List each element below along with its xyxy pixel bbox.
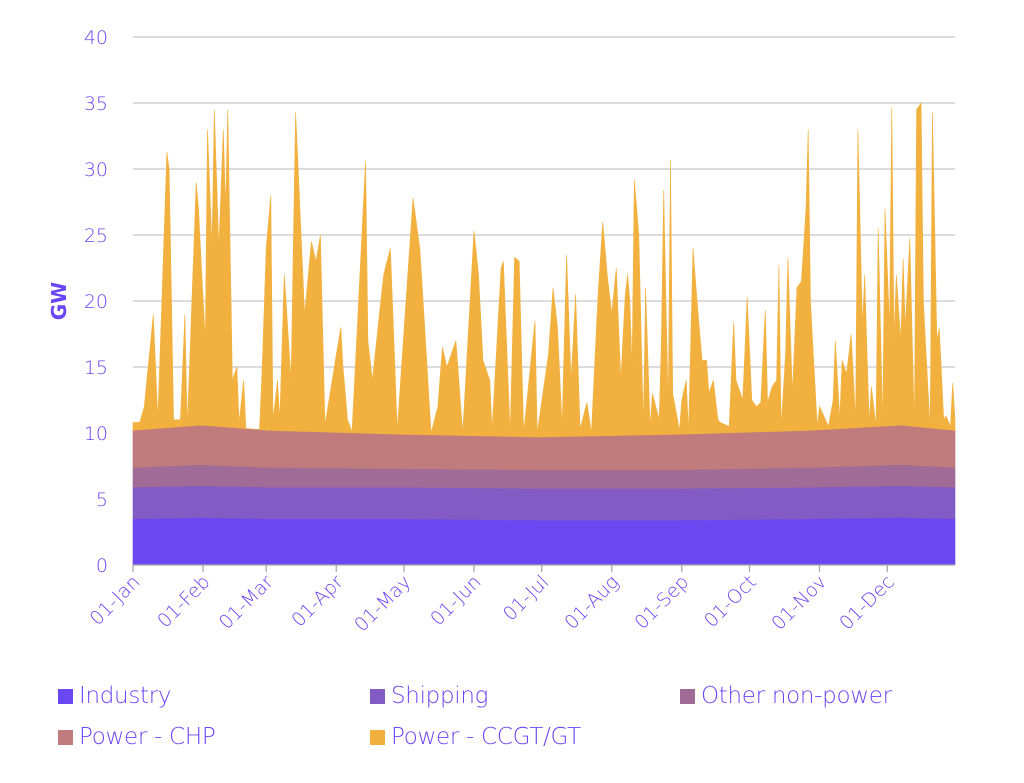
x-tick-label: 01-Jun	[426, 571, 485, 630]
y-tick-label: 25	[84, 225, 108, 247]
legend-label: Industry	[79, 683, 172, 709]
area-industry	[132, 517, 956, 566]
x-tick-label: 01-Feb	[153, 571, 214, 632]
y-tick-label: 5	[96, 489, 108, 511]
x-tick-label: 01-Dec	[835, 571, 899, 635]
legend-item: Industry	[58, 683, 172, 709]
legend-swatch	[680, 688, 695, 704]
x-axis: 01-Jan 01-Feb 01-Mar 01-Apr 01-May 01-Jun 01-J…	[86, 564, 955, 636]
legend-swatch	[58, 688, 73, 704]
y-tick-label: 40	[84, 27, 108, 49]
y-tick-label: 0	[96, 555, 108, 577]
legend-label: Other non-power	[701, 683, 892, 709]
stacked-area-chart: 0 5 10 15 20 25 30 35 40 01-Jan 01-Feb 01-Mar 01-Ap…	[47, 27, 956, 636]
y-tick-label: 10	[84, 423, 108, 445]
y-axis-title: GW	[47, 282, 71, 320]
legend-label: Power - CHP	[79, 724, 216, 750]
legend-item: Power - CHP	[58, 724, 216, 750]
area-shipping	[132, 485, 956, 521]
x-tick-label: 01-Apr	[287, 571, 348, 632]
y-tick-label: 35	[84, 93, 108, 115]
x-tick-label: 01-Nov	[767, 571, 831, 635]
legend: Industry Shipping Other non-power Power - C…	[58, 683, 978, 773]
legend-item: Power - CCGT/GT	[370, 724, 581, 750]
legend-swatch	[370, 729, 385, 745]
x-tick-label: 01-Sep	[630, 571, 693, 634]
legend-label: Shipping	[391, 683, 489, 709]
y-tick-label: 15	[84, 357, 108, 379]
area-layers	[132, 102, 956, 566]
x-tick-label: 01-Oct	[700, 571, 761, 632]
x-tick-label: 01-Jan	[86, 571, 145, 630]
x-tick-label: 01-Mar	[215, 571, 278, 634]
x-tick-label: 01-May	[350, 571, 415, 636]
legend-item: Shipping	[370, 683, 488, 709]
x-tick-label: 01-Jul	[499, 571, 553, 625]
legend-swatch	[370, 688, 385, 704]
legend-item: Other non-power	[680, 683, 892, 709]
legend-swatch	[58, 729, 73, 745]
x-tick-label: 01-Aug	[560, 571, 623, 634]
legend-label: Power - CCGT/GT	[391, 724, 581, 750]
area-power-ccgt-gt	[132, 102, 956, 438]
y-tick-label: 20	[84, 291, 108, 313]
y-tick-label: 30	[84, 159, 108, 181]
y-axis: 0 5 10 15 20 25 30 35 40	[84, 27, 108, 577]
